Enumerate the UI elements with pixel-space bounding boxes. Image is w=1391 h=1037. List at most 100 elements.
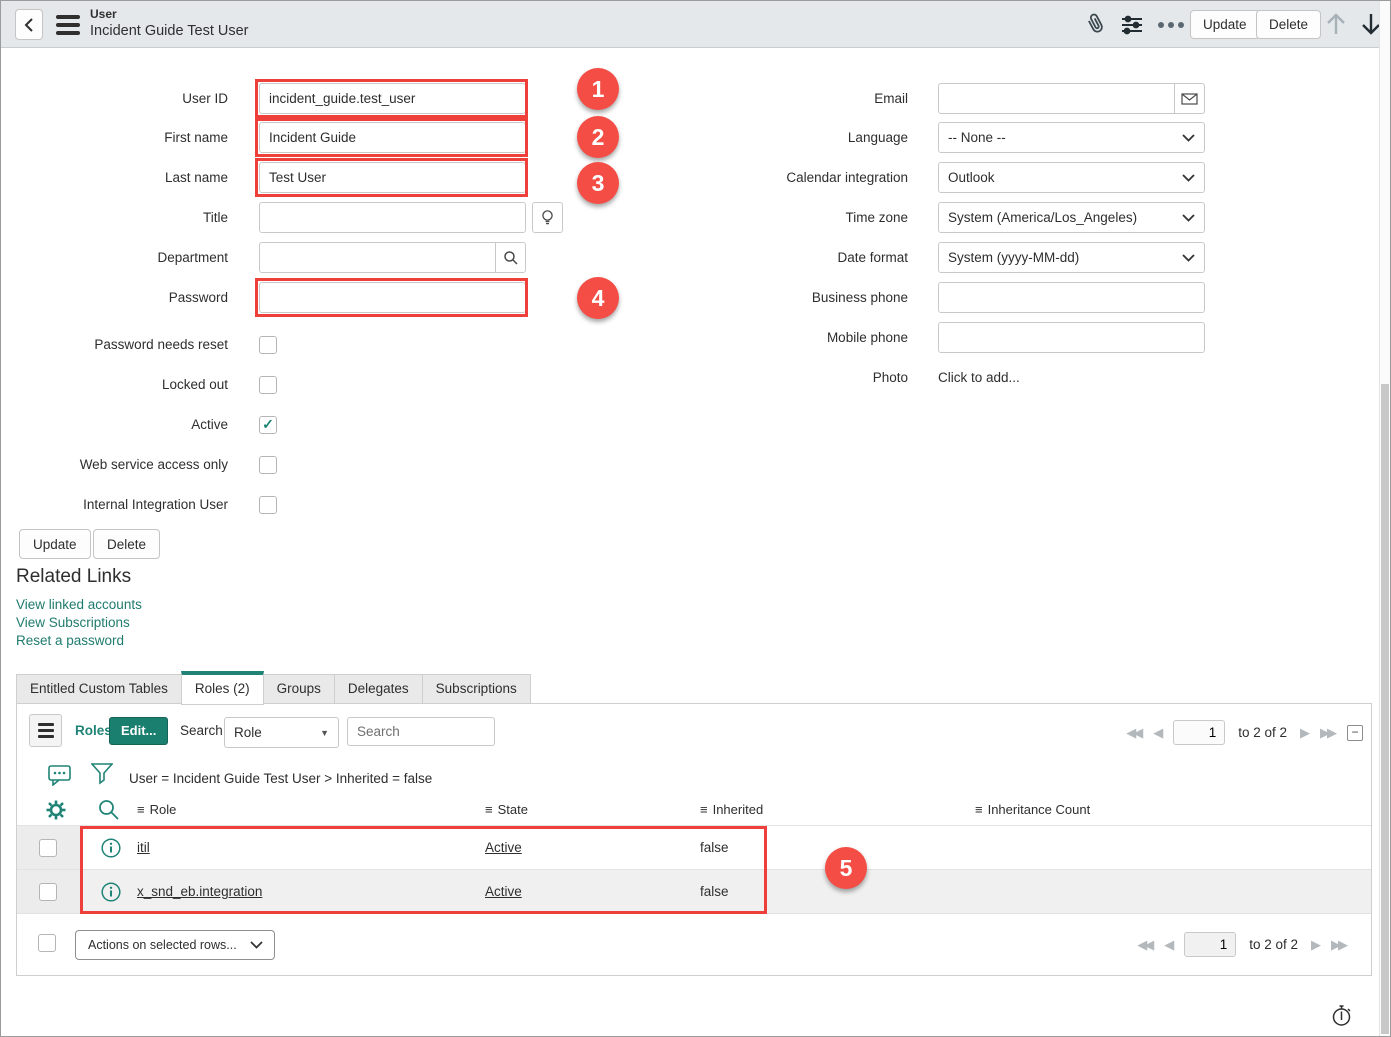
header-update-button[interactable]: Update (1190, 10, 1260, 39)
pagination-range-label: to 2 of 2 (1249, 937, 1298, 952)
info-icon[interactable] (101, 882, 121, 907)
role-link[interactable]: x_snd_eb.integration (137, 884, 262, 899)
related-links-heading: Related Links (16, 566, 131, 588)
column-header-inherited[interactable]: ≡Inherited (700, 802, 763, 817)
envelope-icon (1181, 93, 1198, 105)
prev-page-icon[interactable]: ◀ (1153, 725, 1160, 741)
page-number-input[interactable] (1173, 720, 1225, 745)
next-page-icon[interactable]: ▶ (1300, 725, 1307, 741)
web-service-access-only-checkbox[interactable]: ✓ (259, 456, 277, 474)
callout-1: 1 (577, 68, 619, 110)
form-update-button[interactable]: Update (19, 529, 91, 559)
email-field[interactable] (938, 83, 1205, 114)
first-page-icon[interactable]: ◀◀ (1126, 725, 1140, 741)
last-page-icon[interactable]: ▶▶ (1320, 725, 1334, 741)
list-context-menu-button[interactable] (29, 714, 62, 747)
roles-pagination-top: ◀◀ ◀ to 2 of 2 ▶ ▶▶ − (1126, 720, 1363, 745)
table-row: itil Active false (17, 825, 1371, 869)
row-select-checkbox[interactable] (39, 839, 57, 857)
business-phone-input[interactable] (938, 282, 1205, 313)
actions-select-value: Actions on selected rows... (88, 938, 237, 952)
list-search-icon[interactable] (97, 798, 120, 826)
language-label: Language (641, 130, 908, 145)
column-header-state-label: State (498, 802, 528, 817)
gear-icon[interactable] (44, 798, 68, 827)
search-field-select[interactable]: Role ▼ (224, 717, 339, 748)
language-select[interactable]: -- None -- (938, 122, 1205, 153)
tab-delegates[interactable]: Delegates (334, 674, 422, 704)
internal-integration-user-checkbox[interactable]: ✓ (259, 496, 277, 514)
checkmark-icon: ✓ (262, 416, 274, 433)
next-page-icon[interactable]: ▶ (1311, 937, 1318, 953)
inherited-value: false (700, 840, 729, 855)
info-icon[interactable] (101, 838, 121, 863)
related-link-reset-a-password[interactable]: Reset a password (16, 633, 124, 648)
more-options-icon[interactable] (1158, 22, 1184, 28)
tab-roles[interactable]: Roles (2) (181, 671, 264, 705)
web-service-access-only-label: Web service access only (1, 457, 228, 472)
chevron-down-icon (1182, 134, 1195, 142)
related-link-view-linked-accounts[interactable]: View linked accounts (16, 597, 142, 612)
tab-entitled-custom-tables[interactable]: Entitled Custom Tables (16, 674, 181, 704)
attachment-paperclip-icon[interactable] (1083, 12, 1108, 42)
mobile-phone-input[interactable] (938, 322, 1205, 353)
page-number-input[interactable] (1184, 932, 1236, 957)
time-zone-label: Time zone (641, 210, 908, 225)
calendar-integration-value: Outlook (948, 170, 995, 185)
time-zone-select[interactable]: System (America/Los_Angeles) (938, 202, 1205, 233)
pagination-range-label: to 2 of 2 (1238, 725, 1287, 740)
calendar-integration-label: Calendar integration (641, 170, 908, 185)
header-delete-button[interactable]: Delete (1256, 10, 1321, 39)
related-lists-tabbar: Entitled Custom Tables Roles (2) Groups … (16, 670, 531, 704)
first-page-icon[interactable]: ◀◀ (1137, 937, 1151, 953)
column-header-inheritance-count[interactable]: ≡ Inheritance Count (975, 802, 1090, 817)
filter-breadcrumb[interactable]: User = Incident Guide Test User > Inheri… (129, 771, 432, 786)
active-checkbox[interactable]: ✓ (259, 416, 277, 434)
photo-click-to-add[interactable]: Click to add... (938, 370, 1020, 385)
role-link[interactable]: itil (137, 840, 150, 855)
select-all-checkbox[interactable] (38, 934, 56, 952)
calendar-integration-select[interactable]: Outlook (938, 162, 1205, 193)
roles-related-list: Roles Edit... Search Role ▼ ◀◀ ◀ to 2 of… (16, 703, 1372, 976)
personalize-form-sliders-icon[interactable] (1120, 13, 1144, 42)
column-header-role[interactable]: ≡Role (137, 802, 176, 817)
state-link[interactable]: Active (485, 884, 522, 899)
filter-funnel-icon[interactable] (91, 763, 113, 792)
prev-page-icon[interactable]: ◀ (1164, 937, 1171, 953)
email-send-button[interactable] (1174, 84, 1204, 113)
roles-list-title[interactable]: Roles (75, 723, 112, 738)
tab-groups[interactable]: Groups (264, 674, 334, 704)
callout-4: 4 (577, 277, 619, 319)
roles-search-label: Search (180, 723, 223, 738)
response-time-stopwatch-icon[interactable] (1331, 1004, 1353, 1032)
time-zone-value: System (America/Los_Angeles) (948, 210, 1137, 225)
chevron-down-icon (250, 941, 263, 949)
collapse-list-icon[interactable]: − (1347, 725, 1363, 741)
vertical-scrollbar[interactable] (1379, 1, 1390, 1036)
last-page-icon[interactable]: ▶▶ (1331, 937, 1345, 953)
tab-subscriptions[interactable]: Subscriptions (422, 674, 531, 704)
date-format-select[interactable]: System (yyyy-MM-dd) (938, 242, 1205, 273)
form-delete-button[interactable]: Delete (93, 529, 160, 559)
comments-bubble-icon[interactable] (48, 765, 71, 791)
language-value: -- None -- (948, 130, 1006, 145)
related-link-view-subscriptions[interactable]: View Subscriptions (16, 615, 130, 630)
roles-edit-button[interactable]: Edit... (109, 717, 168, 745)
actions-on-selected-rows-select[interactable]: Actions on selected rows... (75, 930, 275, 960)
column-menu-icon: ≡ (975, 802, 983, 817)
checkmark-icon: ✓ (262, 496, 274, 513)
callout-2: 2 (577, 116, 619, 158)
back-button[interactable] (15, 9, 43, 40)
column-header-state[interactable]: ≡State (485, 802, 528, 817)
roles-search-input[interactable] (347, 717, 495, 746)
inherited-value: false (700, 884, 729, 899)
context-menu-icon[interactable] (56, 15, 80, 39)
date-format-value: System (yyyy-MM-dd) (948, 250, 1079, 265)
state-link[interactable]: Active (485, 840, 522, 855)
column-header-inheritance-count-label: Inheritance Count (988, 802, 1091, 817)
row-select-checkbox[interactable] (39, 883, 57, 901)
callout-5: 5 (825, 847, 867, 889)
previous-record-arrow-up-icon[interactable] (1324, 11, 1348, 42)
column-header-inherited-label: Inherited (713, 802, 764, 817)
scrollbar-thumb[interactable] (1381, 384, 1389, 1034)
